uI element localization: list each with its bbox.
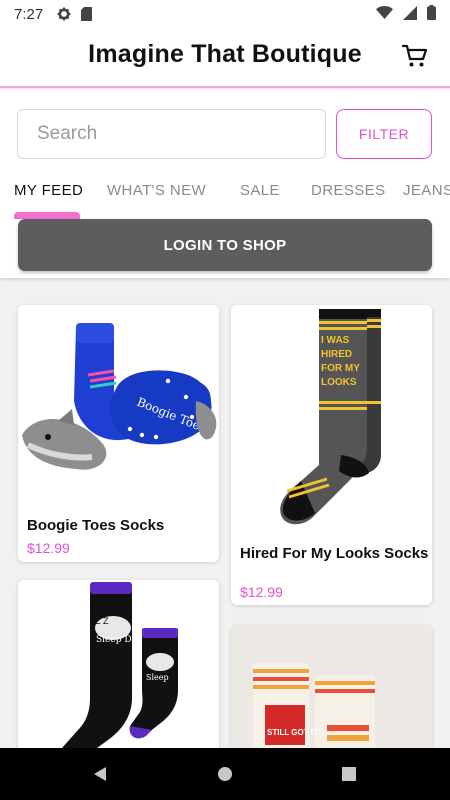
cart-button[interactable] — [400, 42, 430, 70]
app-screen: 7:27 Imagine That Boutique Search FILTER… — [0, 0, 450, 800]
svg-text:HIRED: HIRED — [321, 349, 352, 360]
product-price: $12.99 — [240, 584, 283, 600]
tab-my-feed[interactable]: MY FEED — [14, 182, 83, 199]
svg-text:FOR MY: FOR MY — [321, 363, 360, 374]
system-nav-bar — [0, 748, 450, 800]
product-card[interactable]: Boogie Toes Boogie Toes Socks $12.99 — [18, 305, 219, 562]
back-button[interactable] — [88, 762, 112, 786]
recents-button[interactable] — [337, 762, 361, 786]
battery-icon — [427, 5, 436, 23]
sd-card-icon — [81, 7, 93, 21]
search-input[interactable] — [17, 109, 326, 159]
tab-indicator — [14, 212, 80, 219]
svg-text:I WAS: I WAS — [321, 335, 350, 346]
product-image-text: STILL GOT IT — [267, 728, 318, 737]
product-price: $12.99 — [27, 540, 70, 556]
shopping-cart-icon — [402, 44, 428, 67]
login-banner: LOGIN TO SHOP — [0, 219, 450, 278]
gear-icon — [57, 7, 71, 21]
app-header: Imagine That Boutique — [0, 28, 450, 88]
back-icon — [94, 767, 106, 781]
tab-dresses[interactable]: DRESSES — [311, 182, 386, 199]
recents-icon — [342, 767, 356, 781]
wifi-icon — [376, 6, 393, 22]
product-name: Hired For My Looks Socks — [240, 545, 429, 562]
home-button[interactable] — [213, 762, 237, 786]
svg-text:LOOKS: LOOKS — [321, 377, 357, 388]
tab-whats-new[interactable]: WHAT'S NEW — [107, 182, 206, 199]
product-card[interactable]: I WAS HIRED FOR MY LOOKS Hired For My Lo… — [231, 305, 432, 605]
page-title: Imagine That Boutique — [88, 40, 362, 68]
category-tabs: MY FEED WHAT'S NEW SALE DRESSES JEANS — [0, 172, 450, 219]
product-name: Boogie Toes Socks — [27, 517, 165, 534]
svg-text:Z Z: Z Z — [95, 616, 109, 626]
home-icon — [218, 767, 232, 781]
filter-button[interactable]: FILTER — [336, 109, 432, 159]
status-time: 7:27 — [14, 5, 44, 23]
status-bar: 7:27 — [0, 0, 450, 28]
product-image: Boogie Toes — [18, 305, 219, 505]
product-card[interactable]: Z Z Sleep Deprived Sleep — [18, 580, 219, 770]
tab-jeans[interactable]: JEANS — [403, 182, 450, 199]
signal-icon — [403, 5, 417, 23]
svg-text:Sleep: Sleep — [146, 673, 169, 682]
login-to-shop-button[interactable]: LOGIN TO SHOP — [18, 219, 432, 271]
search-bar: FILTER — [0, 90, 450, 172]
product-image: Z Z Sleep Deprived Sleep — [18, 580, 219, 770]
tab-sale[interactable]: SALE — [240, 182, 280, 199]
product-image: I WAS HIRED FOR MY LOOKS — [231, 305, 432, 537]
